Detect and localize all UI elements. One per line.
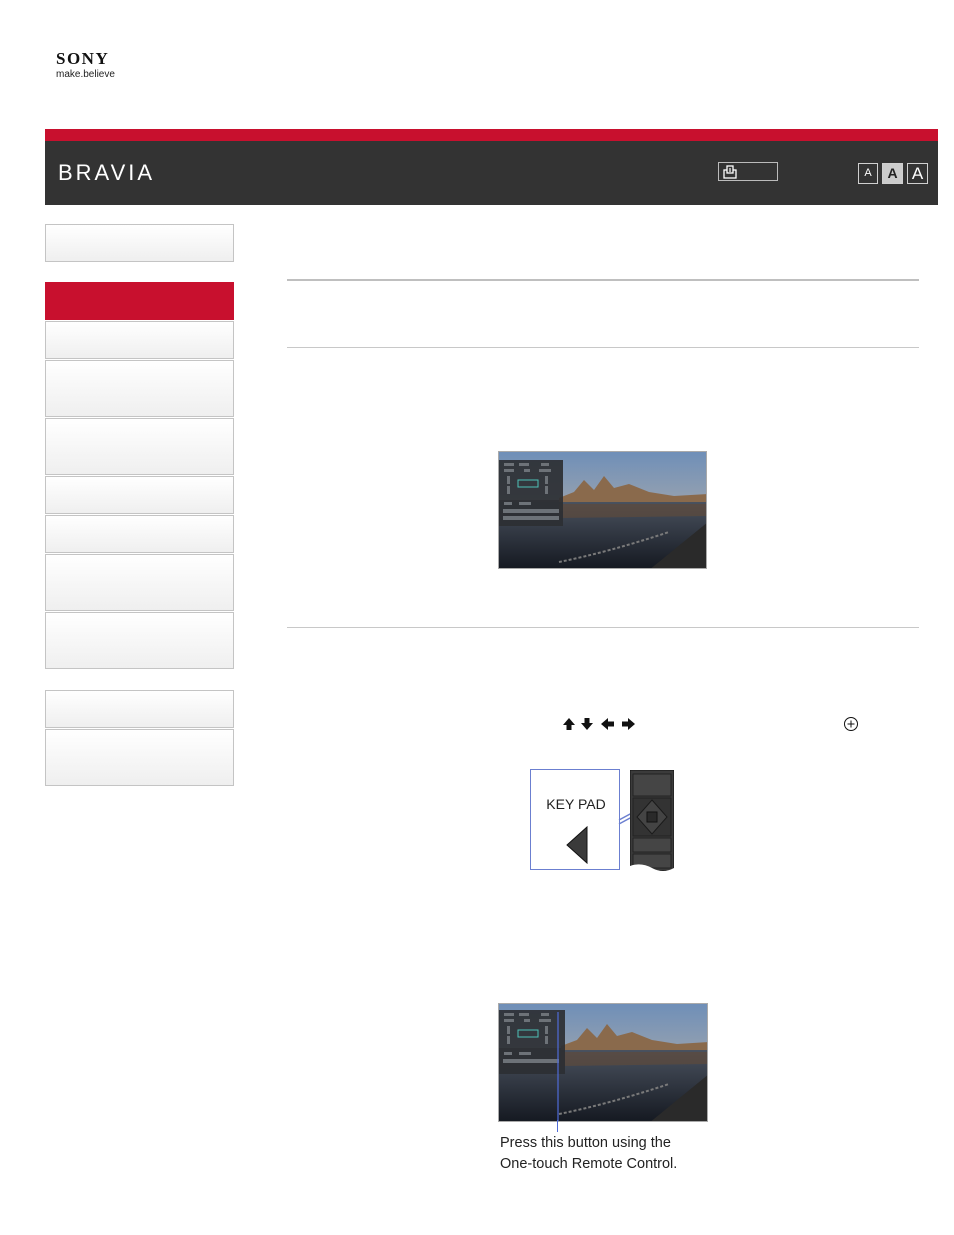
print-icon [723, 165, 737, 179]
sidebar-item-3[interactable] [45, 360, 234, 417]
sidebar-item-2[interactable] [45, 321, 234, 359]
enter-button-icon [843, 716, 859, 737]
sidebar-item-9[interactable] [45, 690, 234, 728]
remote-control-illustration [629, 769, 675, 872]
sidebar-item-4[interactable] [45, 418, 234, 475]
tv-screen-image-1 [498, 451, 707, 569]
key-pad-label: KEY PAD [546, 796, 606, 812]
caption-line-1: Press this button using the [500, 1135, 671, 1151]
sidebar-item-8[interactable] [45, 612, 234, 669]
key-pad-inset: KEY PAD [530, 769, 620, 870]
caption-pointer-line [557, 1120, 558, 1132]
sidebar-item-top[interactable] [45, 224, 234, 262]
sidebar-item-6[interactable] [45, 515, 234, 553]
sony-tagline: make.believe [56, 69, 115, 80]
font-size-small-button[interactable]: A [858, 163, 878, 184]
arrow-keys-icon [561, 716, 636, 737]
sidebar-item-7[interactable] [45, 554, 234, 611]
bravia-logo: BRAVIA [58, 160, 156, 185]
sidebar-item-10[interactable] [45, 729, 234, 786]
tv-screen-image-2 [498, 1003, 708, 1122]
caption-line-2: One-touch Remote Control. [500, 1156, 678, 1172]
figure-caption: Press this button using the One-touch Re… [500, 1133, 740, 1175]
sony-logo: SONY make.believe [56, 50, 146, 81]
sony-wordmark: SONY [56, 49, 110, 68]
header-bar [45, 141, 938, 205]
print-button[interactable] [718, 162, 778, 181]
section-divider-1 [287, 347, 919, 348]
font-size-medium-button[interactable]: A [882, 163, 903, 184]
font-size-large-button[interactable]: A [907, 163, 928, 184]
title-divider [287, 279, 919, 281]
header-accent-bar [45, 129, 938, 141]
section-divider-2 [287, 627, 919, 628]
sidebar-item-active[interactable] [45, 282, 234, 320]
sidebar-item-5[interactable] [45, 476, 234, 514]
